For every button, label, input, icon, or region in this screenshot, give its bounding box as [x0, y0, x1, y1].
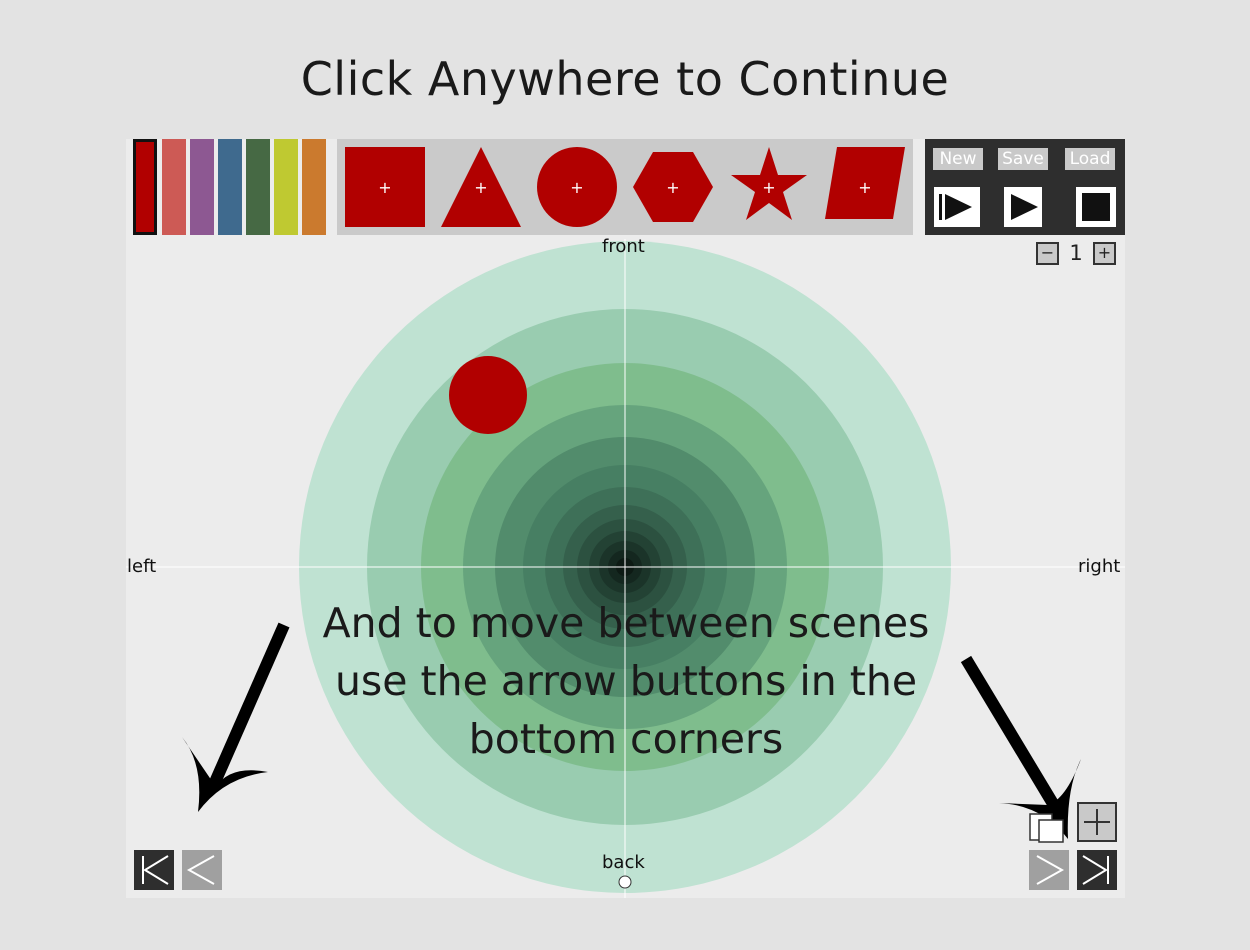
- first-scene-button[interactable]: [134, 850, 174, 890]
- add-scene-button[interactable]: [1077, 802, 1117, 842]
- load-button[interactable]: Load: [1065, 148, 1115, 170]
- stop-icon: [1082, 193, 1110, 221]
- svg-text:+: +: [474, 178, 487, 197]
- svg-text:+: +: [570, 178, 583, 197]
- last-scene-button[interactable]: [1077, 850, 1117, 890]
- svg-text:+: +: [762, 178, 775, 197]
- prev-scene-button[interactable]: [182, 850, 222, 890]
- add-parallelogram-button[interactable]: +: [825, 147, 905, 227]
- file-playback-panel: New Save Load: [925, 139, 1125, 235]
- decrement-button[interactable]: −: [1036, 242, 1059, 265]
- color-swatch-red[interactable]: [133, 139, 157, 235]
- scene-stage[interactable]: + + + + + + New Save Load − 1 + front ba…: [126, 139, 1125, 898]
- add-hexagon-button[interactable]: +: [633, 147, 713, 227]
- front-label: front: [602, 236, 645, 257]
- svg-text:+: +: [378, 178, 391, 197]
- left-label: left: [127, 556, 157, 577]
- color-swatch-blue[interactable]: [218, 139, 242, 235]
- add-circle-button[interactable]: +: [537, 147, 617, 227]
- color-swatch-salmon[interactable]: [162, 139, 186, 235]
- instruction-text: And to move between scenes use the arrow…: [276, 594, 976, 768]
- color-swatch-yellow[interactable]: [274, 139, 298, 235]
- first-scene-icon: [142, 855, 169, 885]
- duplicate-scene-icon: [1029, 813, 1064, 843]
- last-scene-icon: [1082, 855, 1109, 885]
- listener-marker[interactable]: [618, 875, 632, 889]
- new-button[interactable]: New: [933, 148, 983, 170]
- instruction-line: bottom corners: [468, 715, 784, 763]
- instruction-line: And to move between scenes: [322, 599, 930, 647]
- next-scene-icon: [1036, 855, 1065, 885]
- play-button[interactable]: [1004, 187, 1042, 227]
- svg-text:+: +: [666, 178, 679, 197]
- color-swatch-purple[interactable]: [190, 139, 214, 235]
- next-scene-button[interactable]: [1029, 850, 1069, 890]
- color-palette: [126, 139, 326, 235]
- scene-counter: − 1 +: [1036, 241, 1118, 268]
- placed-circle[interactable]: [449, 356, 527, 434]
- add-star-button[interactable]: +: [729, 147, 809, 227]
- add-square-button[interactable]: +: [345, 147, 425, 227]
- increment-button[interactable]: +: [1093, 242, 1116, 265]
- back-label: back: [602, 852, 645, 873]
- color-swatch-orange[interactable]: [302, 139, 326, 235]
- shape-toolbar: + + + + + +: [337, 139, 913, 235]
- play-icon: [1011, 194, 1038, 220]
- svg-text:+: +: [858, 178, 871, 197]
- play-from-start-button[interactable]: [934, 187, 980, 227]
- prev-scene-icon: [186, 855, 215, 885]
- stop-button[interactable]: [1076, 187, 1116, 227]
- right-label: right: [1078, 556, 1121, 577]
- color-swatch-green[interactable]: [246, 139, 270, 235]
- continue-prompt[interactable]: Click Anywhere to Continue: [0, 52, 1250, 106]
- instruction-line: use the arrow buttons in the: [334, 657, 918, 705]
- counter-value: 1: [1069, 241, 1083, 265]
- add-triangle-button[interactable]: +: [441, 147, 521, 227]
- duplicate-scene-button[interactable]: [1029, 803, 1069, 843]
- add-scene-icon: [1084, 809, 1110, 835]
- save-button[interactable]: Save: [998, 148, 1048, 170]
- play-from-start-icon: [939, 194, 972, 220]
